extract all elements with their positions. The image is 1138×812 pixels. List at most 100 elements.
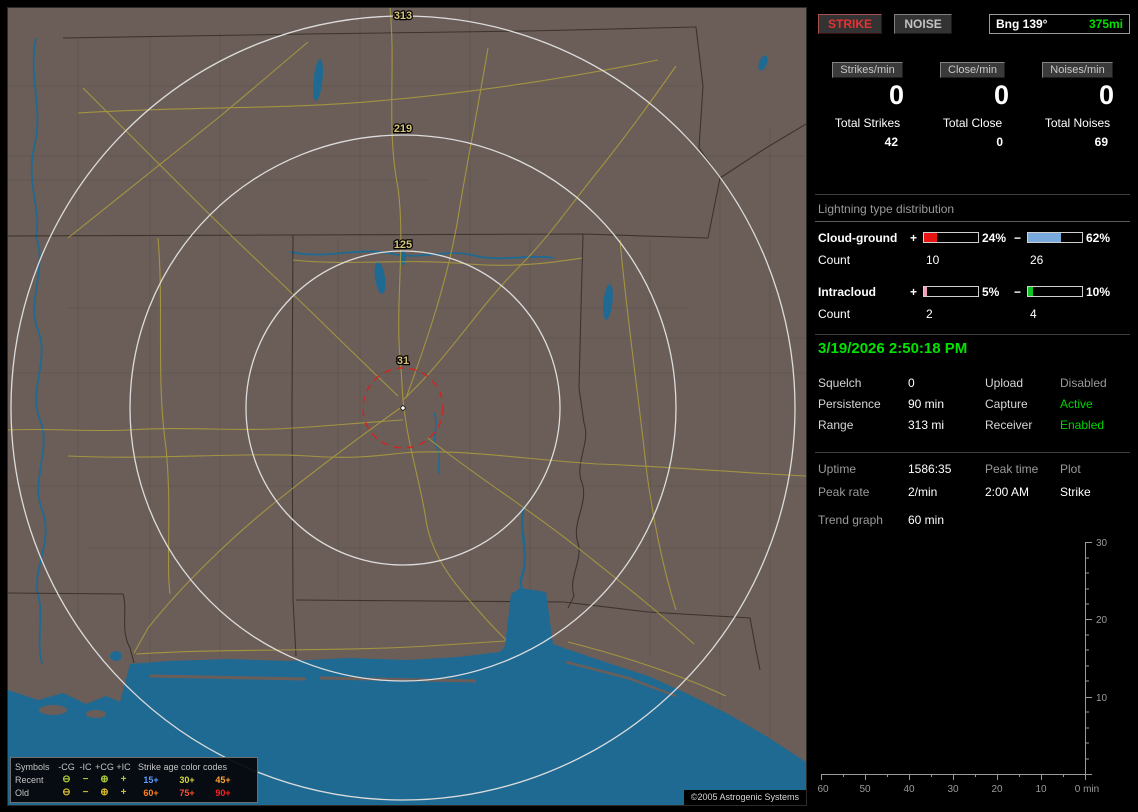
- legend-col-pos-ic: +IC: [116, 761, 131, 772]
- upload-label: Upload: [985, 376, 1024, 390]
- settings-grid: Squelch 0 Upload Disabled Persistence 90…: [815, 376, 1130, 432]
- bearing-value: Bng 139°: [996, 17, 1048, 31]
- peak-time-value: 2:00 AM: [985, 485, 1030, 499]
- total-noises-value: 69: [1094, 135, 1108, 149]
- ic-negative-bar: [1027, 286, 1083, 297]
- cg-negative-bar: [1027, 232, 1083, 243]
- x-tick-50: 50: [859, 784, 871, 795]
- stats-row-1: Uptime 1586:35 Peak time Plot: [815, 462, 1130, 476]
- legend-old-row: Old ⊖ − ⊕ + 60+ 75+ 90+: [15, 786, 253, 799]
- cg-positive-count: 10: [926, 252, 940, 267]
- pos-ic-symbol: +: [120, 774, 127, 785]
- plot-value: Strike: [1060, 485, 1091, 499]
- total-strikes-value: 42: [884, 135, 898, 149]
- y-tick-20: 20: [1096, 615, 1108, 626]
- neg-ic-symbol: −: [82, 787, 89, 798]
- bar-fill: [1028, 287, 1034, 296]
- ic-negative-count: 4: [1030, 306, 1037, 321]
- cg-negative-percent: 62%: [1086, 230, 1111, 245]
- noises-per-min-value: 0: [1098, 80, 1114, 110]
- bar-fill: [924, 287, 927, 296]
- uptime-value: 1586:35: [908, 462, 952, 476]
- distribution-title: Lightning type distribution: [815, 202, 1130, 222]
- storm-map: 313 219 125 31: [8, 8, 806, 805]
- ic-positive-count: 2: [926, 306, 933, 321]
- cloud-ground-count-row: Count 10 26: [815, 252, 1130, 267]
- ic-positive-bar: [923, 286, 979, 297]
- capture-status: Active: [1060, 397, 1093, 411]
- range-label: Range: [818, 418, 854, 432]
- legend-recent-label: Recent: [15, 774, 44, 785]
- legend-old-label: Old: [15, 787, 30, 798]
- strike-button[interactable]: STRIKE: [818, 14, 883, 34]
- persistence-label: Persistence: [818, 397, 881, 411]
- trend-graph-label: Trend graph: [818, 513, 883, 527]
- ring-label-125: 125: [394, 239, 412, 251]
- close-per-min-badge[interactable]: Close/min: [940, 62, 1005, 78]
- trend-axes: [821, 542, 1086, 775]
- strikes-per-min-badge[interactable]: Strikes/min: [832, 62, 903, 78]
- trend-graph-value: 60 min: [908, 513, 945, 527]
- cloud-ground-label: Cloud-ground: [818, 230, 898, 245]
- peak-rate-value: 2/min: [908, 485, 938, 499]
- divider: [815, 452, 1130, 453]
- detector-position-marker: [400, 405, 406, 411]
- plus-sign: +: [910, 284, 918, 299]
- intracloud-label: Intracloud: [818, 284, 877, 299]
- map-legend: Symbols -CG -IC +CG +IC Strike age color…: [10, 757, 258, 803]
- noise-button[interactable]: NOISE: [894, 14, 952, 34]
- age-code: 30+: [179, 774, 195, 785]
- neg-cg-symbol: ⊖: [62, 774, 71, 785]
- total-close-value: 0: [996, 135, 1003, 149]
- bar-fill: [924, 233, 937, 242]
- minus-sign: −: [1014, 230, 1022, 245]
- bearing-display: Bng 139° 375mi: [989, 14, 1130, 34]
- divider: [815, 194, 1130, 195]
- noises-per-min-badge[interactable]: Noises/min: [1042, 62, 1113, 78]
- y-tick-30: 30: [1096, 538, 1108, 549]
- rate-counters: Strikes/min 0 Total Strikes 42 Close/min…: [815, 62, 1130, 149]
- receiver-status: Enabled: [1060, 418, 1105, 432]
- detector-controls: STRIKE NOISE Bng 139° 375mi: [815, 14, 1130, 36]
- bearing-distance: 375mi: [1088, 17, 1123, 31]
- divider: [815, 334, 1130, 335]
- legend-age-header: Strike age color codes: [138, 761, 228, 772]
- strikes-per-min-value: 0: [888, 80, 904, 110]
- ic-positive-percent: 5%: [982, 284, 1000, 299]
- uptime-label: Uptime: [818, 462, 857, 476]
- y-major-ticks: [1085, 542, 1092, 775]
- neg-ic-symbol: −: [82, 774, 89, 785]
- legend-recent-row: Recent ⊖ − ⊕ + 15+ 30+ 45+: [15, 773, 253, 786]
- cg-positive-bar: [923, 232, 979, 243]
- strikes-counter-column: Strikes/min 0 Total Strikes 42: [815, 62, 920, 149]
- pos-ic-symbol: +: [120, 787, 127, 798]
- age-code: 60+: [143, 787, 159, 798]
- legend-symbols-header: Symbols: [15, 761, 50, 772]
- x-tick-20: 20: [991, 784, 1003, 795]
- storm-map-area: 313 219 125 31 Symbols -CG -IC +CG +IC S…: [7, 7, 807, 806]
- close-per-min-value: 0: [993, 80, 1009, 110]
- minus-sign: −: [1014, 284, 1022, 299]
- ring-label-219: 219: [394, 123, 412, 135]
- persistence-value: 90 min: [908, 397, 945, 411]
- close-counter-column: Close/min 0 Total Close 0: [920, 62, 1025, 149]
- x-tick-40: 40: [903, 784, 915, 795]
- stats-row-2: Peak rate 2/min 2:00 AM Strike: [815, 485, 1130, 499]
- x-tick-10: 10: [1035, 784, 1047, 795]
- y-tick-10: 10: [1096, 693, 1108, 704]
- upload-status: Disabled: [1060, 376, 1107, 390]
- cloud-ground-row: Cloud-ground + 24% − 62%: [815, 230, 1130, 245]
- cg-negative-count: 26: [1030, 252, 1044, 267]
- age-code: 90+: [215, 787, 231, 798]
- count-label: Count: [818, 306, 851, 321]
- bar-fill: [1028, 233, 1062, 242]
- noises-counter-column: Noises/min 0 Total Noises 69: [1025, 62, 1130, 149]
- age-code: 15+: [143, 774, 159, 785]
- total-strikes-label: Total Strikes: [834, 116, 901, 130]
- legend-col-neg-ic: -IC: [79, 761, 92, 772]
- capture-label: Capture: [985, 397, 1028, 411]
- count-label: Count: [818, 252, 851, 267]
- stats-row-3: Trend graph 60 min: [815, 513, 1130, 527]
- pos-cg-symbol: ⊕: [100, 787, 109, 798]
- age-code: 75+: [179, 787, 195, 798]
